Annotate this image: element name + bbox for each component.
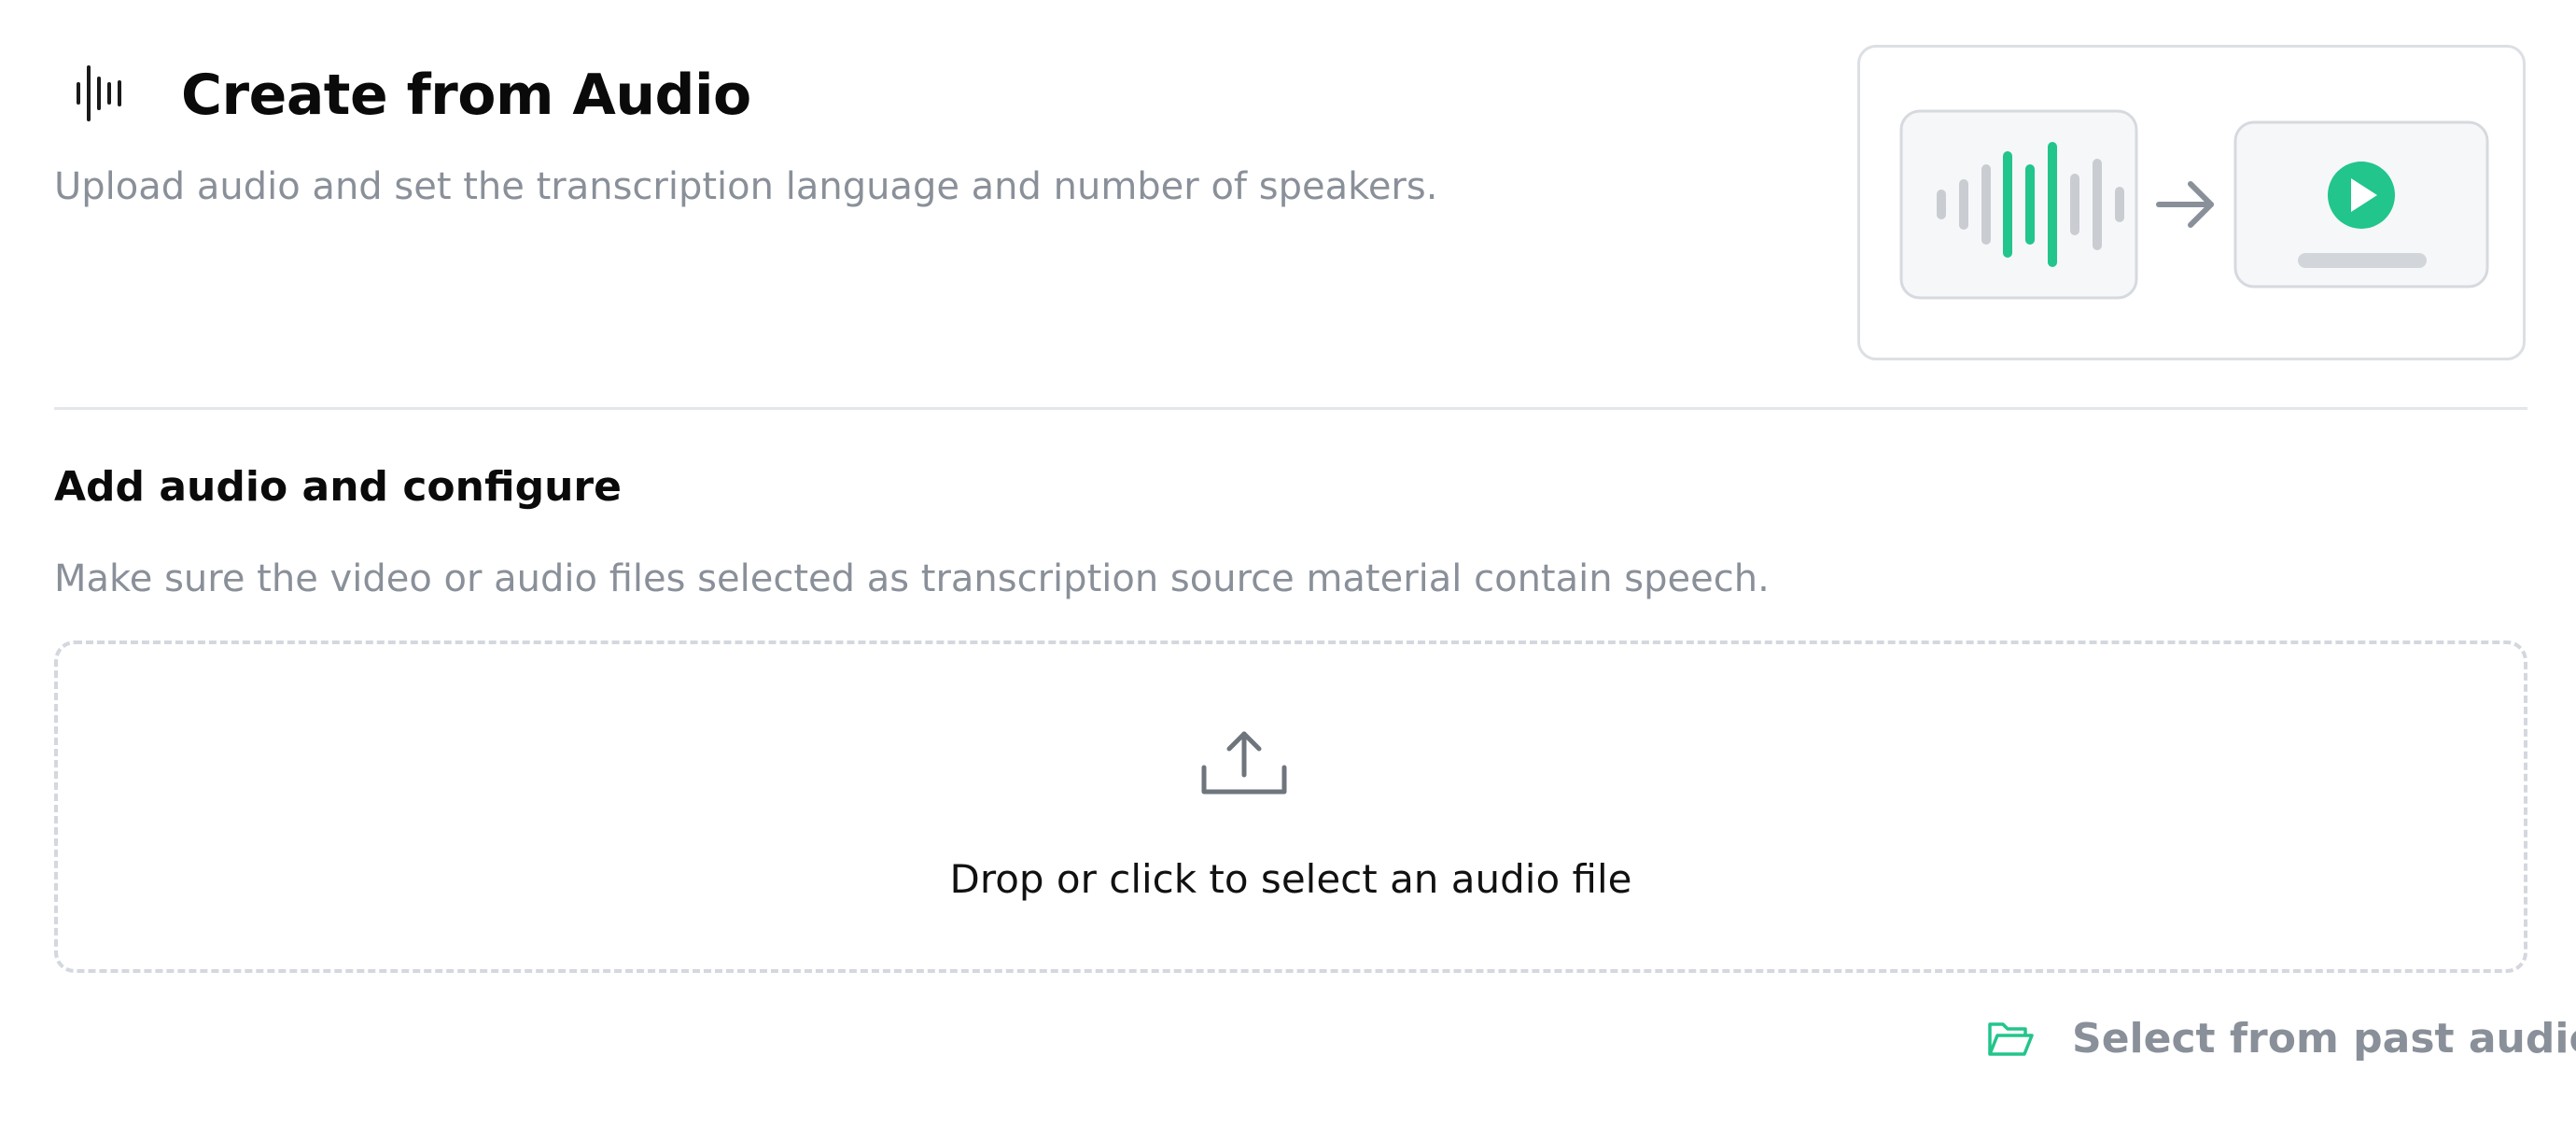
audio-waveform-icon	[1899, 109, 2138, 300]
past-audio-label: Select from past audio	[2072, 1015, 2576, 1063]
select-past-audio-button[interactable]: Select from past audio	[1986, 1006, 2576, 1072]
audio-dropzone[interactable]	[54, 640, 2527, 973]
waveform-icon	[75, 63, 127, 123]
page-subtitle: Upload audio and set the transcription l…	[54, 165, 1438, 208]
folder-open-icon	[1986, 1019, 2035, 1060]
section-title: Add audio and configure	[54, 463, 622, 511]
play-icon	[2233, 120, 2489, 289]
illustration-card	[1857, 45, 2526, 360]
upload-icon	[1200, 728, 1288, 797]
section-description: Make sure the video or audio files selec…	[54, 557, 1770, 600]
page-title: Create from Audio	[181, 63, 751, 128]
section-divider	[54, 407, 2527, 410]
arrow-right-icon	[2156, 181, 2214, 228]
